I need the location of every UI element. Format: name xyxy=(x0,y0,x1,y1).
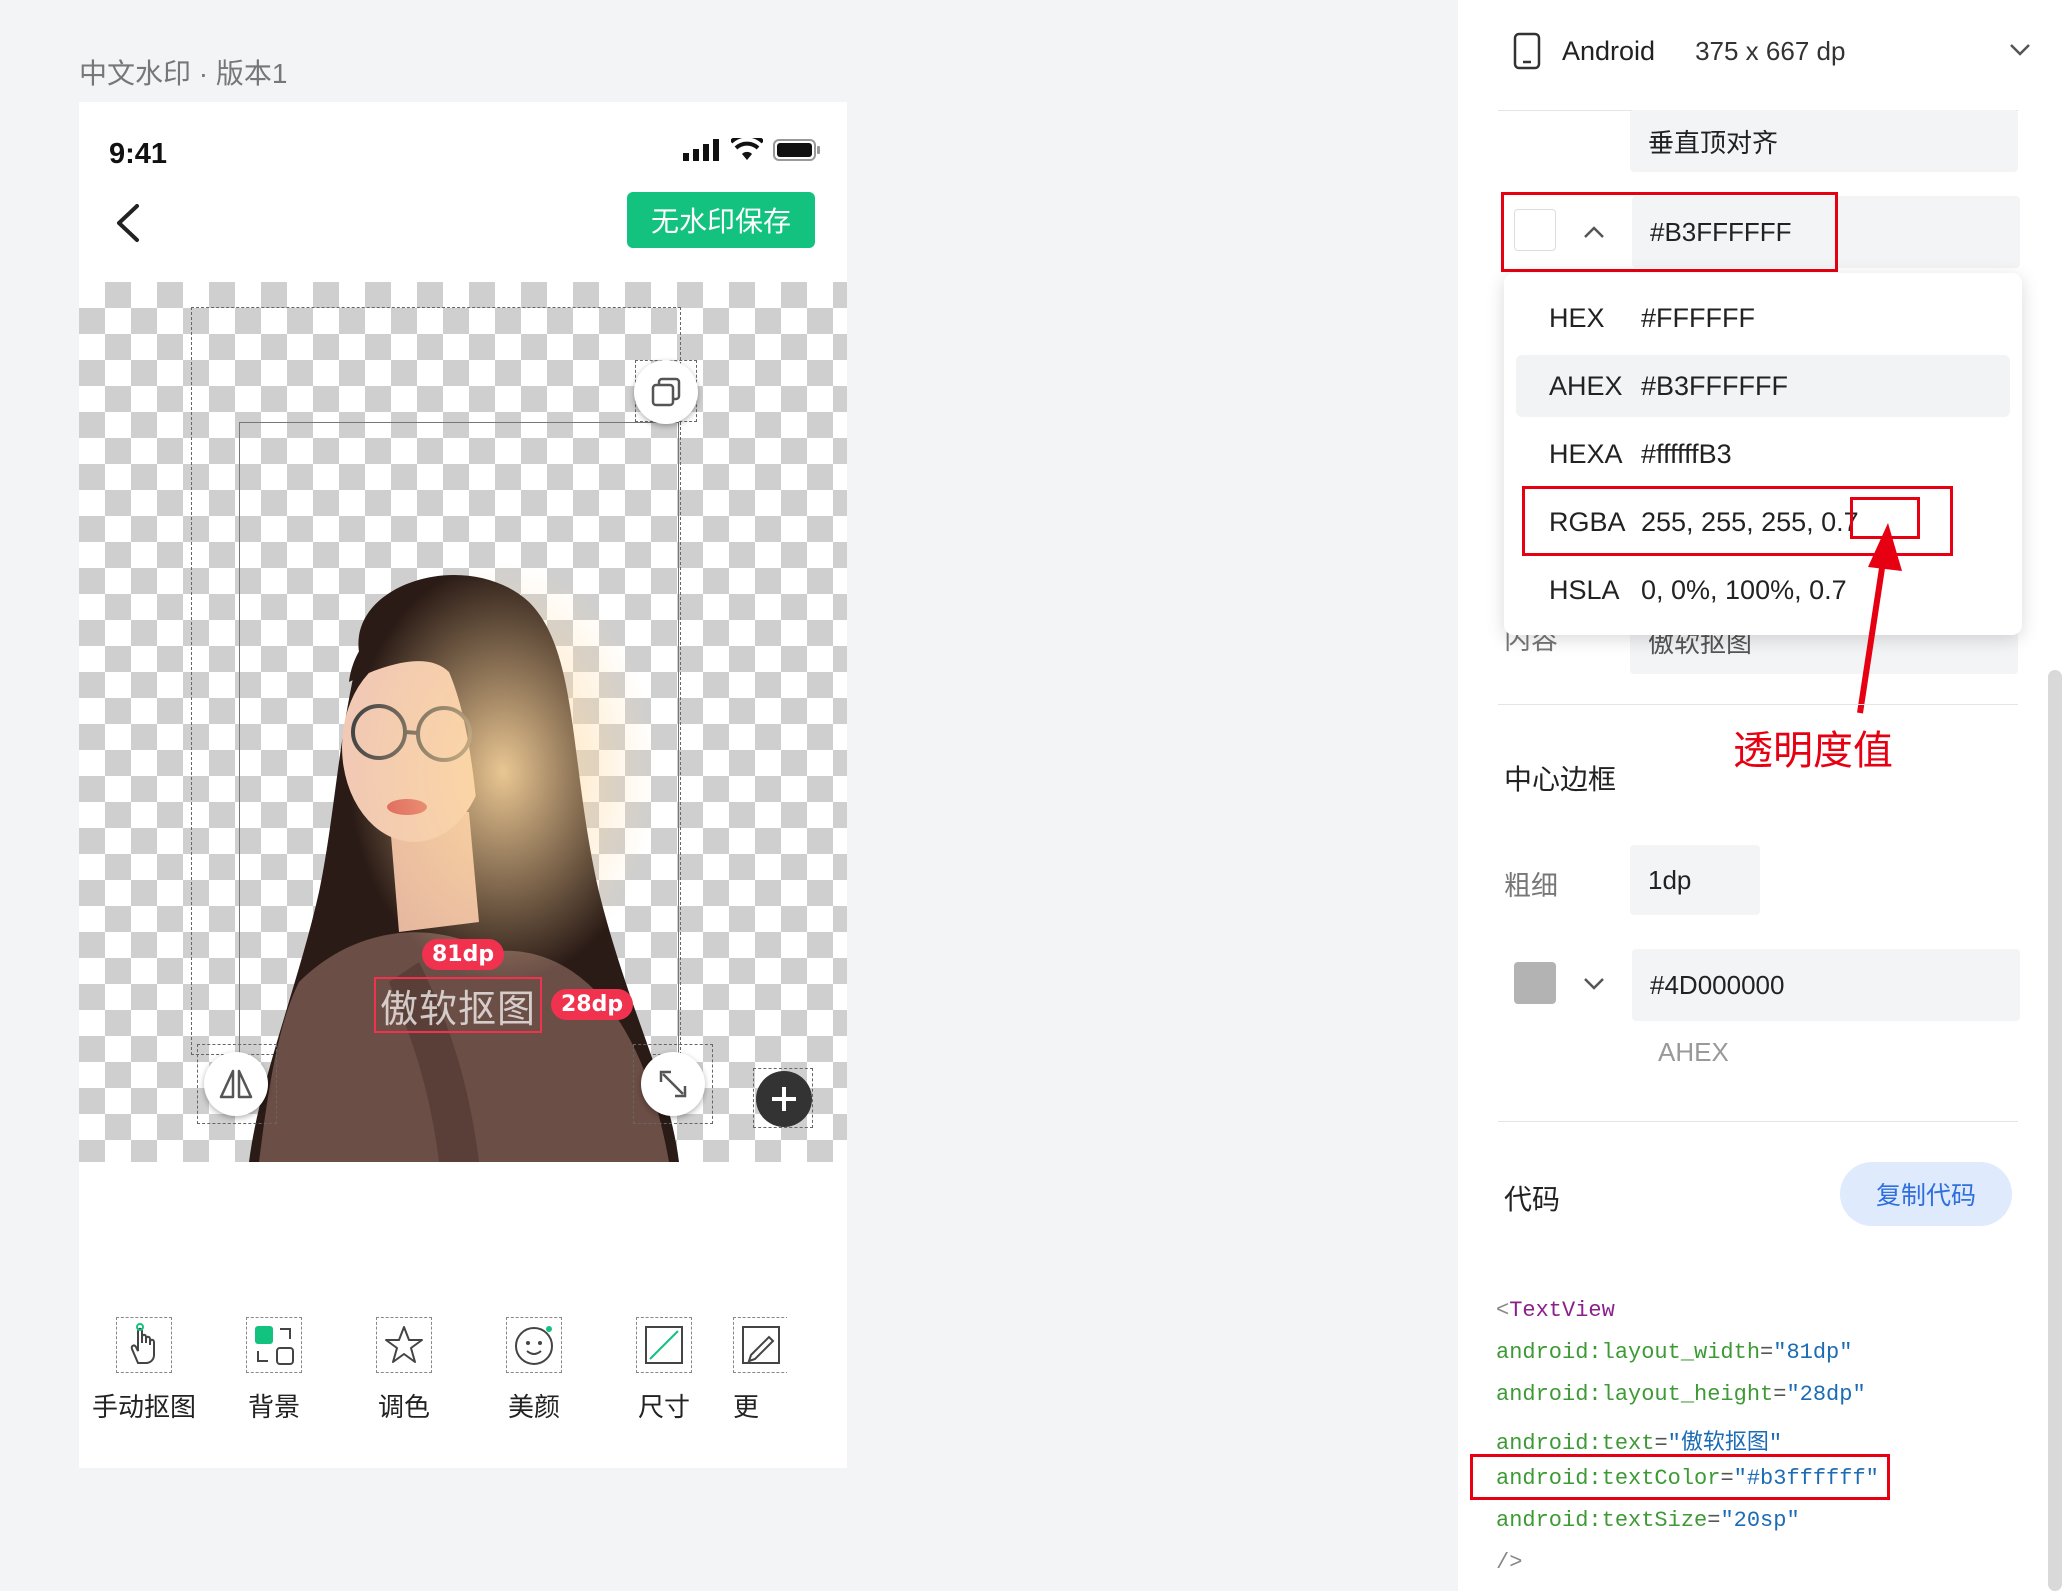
format-value: 0, 0%, 100%, 0.7 xyxy=(1641,574,1847,605)
code-eq: = xyxy=(1654,1431,1668,1456)
project-title: 中文水印 · 版本1 xyxy=(79,58,288,89)
border-color-swatch[interactable] xyxy=(1514,962,1556,1004)
code-line-height: android:layout_height="28dp" xyxy=(1496,1382,1866,1407)
panel-scrollbar[interactable] xyxy=(2048,670,2062,1591)
back-chevron-icon[interactable] xyxy=(105,198,155,248)
duplicate-button[interactable] xyxy=(634,360,698,424)
bottom-toolbar: 手动抠图 背景 调色 美颜 尺寸 更 xyxy=(79,1317,847,1467)
format-option-ahex[interactable]: AHEX #B3FFFFFF xyxy=(1516,355,2010,417)
flip-button[interactable] xyxy=(204,1052,268,1116)
height-badge: 28dp xyxy=(551,989,634,1020)
resize-arrows-icon xyxy=(659,1070,687,1098)
device-size: 375 x 667 dp xyxy=(1695,35,1846,66)
code-eq: = xyxy=(1760,1340,1774,1365)
tool-label: 美颜 xyxy=(507,1393,560,1423)
divider xyxy=(1498,1121,2018,1122)
format-key: AHEX xyxy=(1549,370,1623,401)
code-line-text: android:text="傲软抠图" xyxy=(1496,1424,1782,1456)
code-attr-value: "傲软抠图" xyxy=(1667,1431,1783,1456)
code-attr-name: android:layout_height xyxy=(1496,1382,1774,1407)
format-option-hex[interactable]: HEX #FFFFFF xyxy=(1516,287,2010,349)
signal-icon xyxy=(683,139,719,161)
format-value: #B3FFFFFF xyxy=(1641,370,1788,401)
annotation-arrow xyxy=(1857,523,1902,714)
format-key: HSLA xyxy=(1549,574,1620,605)
tool-more[interactable]: 更 xyxy=(729,1317,787,1467)
color-format-dropdown: HEX #FFFFFF AHEX #B3FFFFFF HEXA #ffffffB3 R… xyxy=(1504,273,2022,635)
property-panel: Android 375 x 667 dp 垂直顶对齐 #B3FFFFFF 内容 … xyxy=(1458,0,2062,1591)
code-attr-name: android:textSize xyxy=(1496,1508,1708,1533)
annotation-label: 透明度值 xyxy=(1733,728,1893,774)
device-name: Android xyxy=(1562,35,1656,66)
battery-icon xyxy=(773,139,820,161)
save-without-watermark-button[interactable]: 无水印保存 xyxy=(627,192,815,248)
code-tag-name: TextView xyxy=(1509,1298,1615,1323)
vertical-align-field[interactable]: 垂直顶对齐 xyxy=(1630,110,2018,172)
phone-device-icon xyxy=(1513,32,1541,70)
center-border-title: 中心边框 xyxy=(1504,763,1617,796)
size-icon xyxy=(636,1317,692,1373)
format-key: HEX xyxy=(1549,302,1605,333)
more-edit-icon xyxy=(733,1317,787,1373)
text-color-highlight xyxy=(1501,192,1838,272)
tool-label: 更 xyxy=(733,1393,760,1423)
tool-label: 调色 xyxy=(377,1393,430,1423)
code-attr-name: android:text xyxy=(1496,1431,1655,1456)
border-color-input[interactable]: #4D000000 xyxy=(1632,949,2020,1021)
hand-cutout-icon xyxy=(116,1317,172,1373)
code-attr-value: "81dp" xyxy=(1773,1340,1853,1365)
plus-icon xyxy=(772,1087,796,1111)
textcolor-code-highlight xyxy=(1470,1454,1890,1500)
code-eq: = xyxy=(1707,1508,1721,1533)
color-adjust-icon xyxy=(376,1317,432,1373)
wifi-icon xyxy=(731,138,763,160)
chevron-down-icon[interactable] xyxy=(1582,976,1606,992)
code-attr-name: android:layout_width xyxy=(1496,1340,1761,1365)
copy-code-button[interactable]: 复制代码 xyxy=(1840,1162,2012,1226)
divider xyxy=(1498,704,2018,705)
thickness-label: 粗细 xyxy=(1504,871,1558,902)
tool-size[interactable]: 尺寸 xyxy=(599,1317,729,1467)
code-title: 代码 xyxy=(1504,1183,1561,1216)
phone-mockup: 9:41 无水印保存 81dp 28dp 傲软抠图 手动抠图 背景 调色 美颜 … xyxy=(79,102,847,1468)
tool-label: 尺寸 xyxy=(637,1393,690,1423)
watermark-text[interactable]: 傲软抠图 xyxy=(374,977,542,1033)
tool-color-adjust[interactable]: 调色 xyxy=(339,1317,469,1467)
code-line-textsize: android:textSize="20sp" xyxy=(1496,1508,1800,1533)
beauty-face-icon xyxy=(506,1317,562,1373)
device-selector[interactable]: Android 375 x 667 dp xyxy=(1512,28,2032,74)
flip-horizontal-icon xyxy=(219,1069,253,1099)
code-line-width: android:layout_width="81dp" xyxy=(1496,1340,1852,1365)
status-time: 9:41 xyxy=(109,138,168,170)
chevron-down-icon xyxy=(2010,44,2030,56)
format-key: HEXA xyxy=(1549,438,1623,469)
tool-background[interactable]: 背景 xyxy=(209,1317,339,1467)
tool-label: 背景 xyxy=(247,1393,300,1423)
code-attr-value: "20sp" xyxy=(1720,1508,1800,1533)
code-tag-open: < xyxy=(1496,1298,1510,1323)
border-color-value: #4D000000 xyxy=(1650,969,1785,1000)
format-option-hsla[interactable]: HSLA 0, 0%, 100%, 0.7 xyxy=(1516,559,2010,621)
background-icon xyxy=(246,1317,302,1373)
thickness-value: 1dp xyxy=(1648,864,1692,895)
width-badge: 81dp xyxy=(422,939,505,970)
format-value: #ffffffB3 xyxy=(1641,438,1732,469)
code-line-close: /> xyxy=(1496,1550,1523,1575)
tool-label: 手动抠图 xyxy=(91,1393,196,1423)
duplicate-icon xyxy=(651,377,681,407)
code-attr-value: "28dp" xyxy=(1786,1382,1866,1407)
resize-button[interactable] xyxy=(641,1052,705,1116)
code-line-tag: <TextView xyxy=(1496,1298,1615,1323)
format-option-hexa[interactable]: HEXA #ffffffB3 xyxy=(1516,423,2010,485)
tool-beauty[interactable]: 美颜 xyxy=(469,1317,599,1467)
code-eq: = xyxy=(1773,1382,1787,1407)
portrait-cutout-image xyxy=(239,562,679,1162)
thickness-input[interactable]: 1dp xyxy=(1630,845,1760,915)
border-color-format: AHEX xyxy=(1658,1037,1729,1067)
status-icons xyxy=(683,138,821,162)
tool-manual-cutout[interactable]: 手动抠图 xyxy=(79,1317,209,1467)
add-layer-button[interactable] xyxy=(756,1071,812,1127)
format-value: #FFFFFF xyxy=(1641,302,1755,333)
